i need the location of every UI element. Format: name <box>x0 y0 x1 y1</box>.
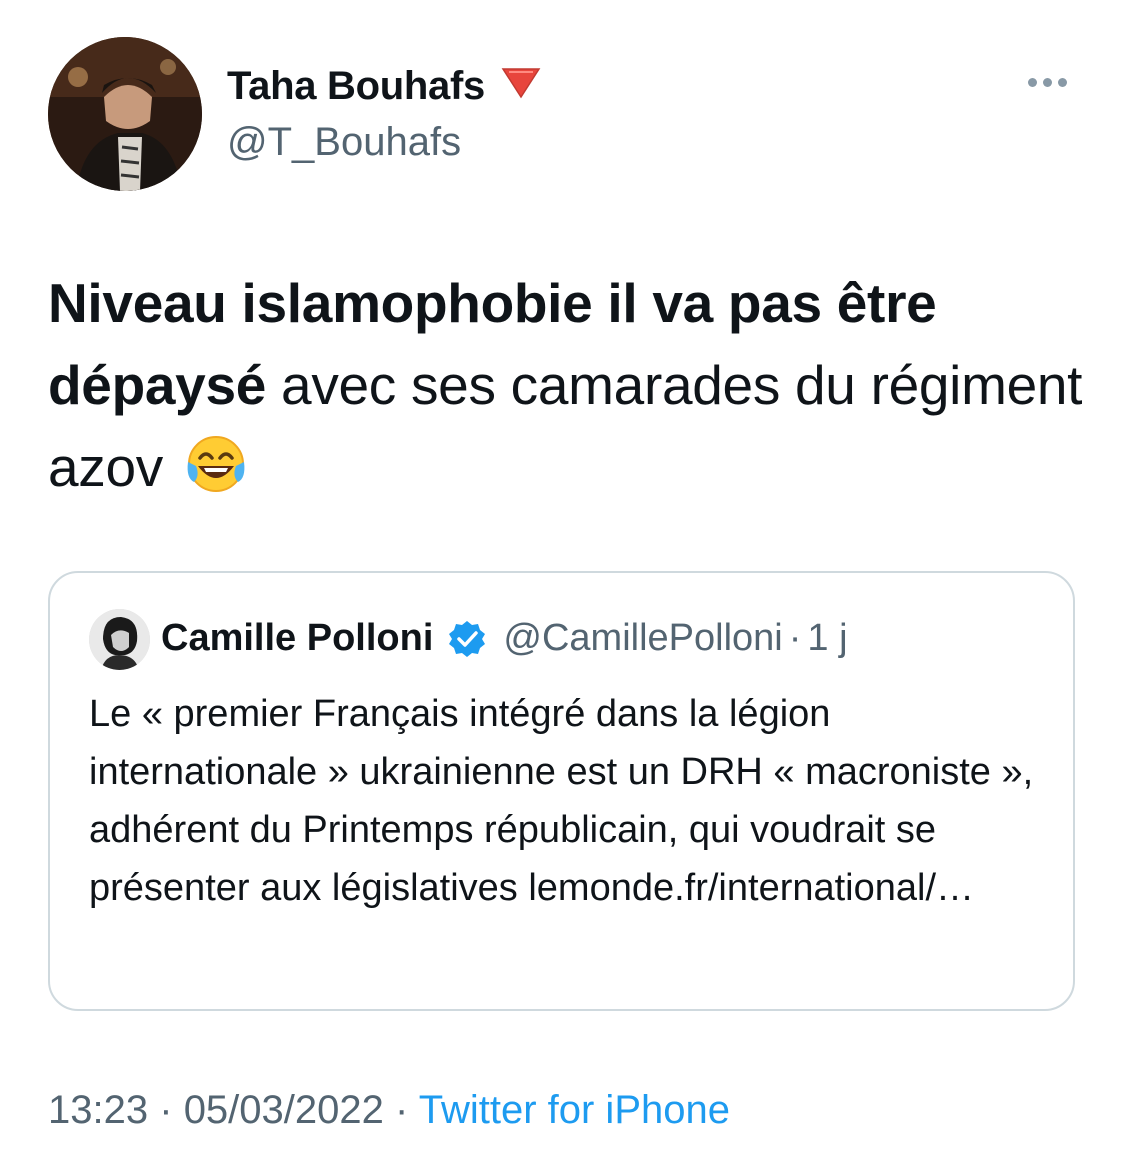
meta-separator-2: · <box>395 1088 409 1132</box>
author-handle[interactable]: @T_Bouhafs <box>227 120 461 165</box>
author-avatar[interactable] <box>48 37 202 191</box>
author-name-label: Taha Bouhafs <box>227 64 485 108</box>
quoted-author-avatar[interactable] <box>89 609 150 670</box>
tweet-date[interactable]: 05/03/2022 <box>184 1088 384 1132</box>
quoted-tweet[interactable]: Camille Polloni @CamillePolloni · 1 j Le… <box>48 571 1075 1011</box>
tweet-source-link[interactable]: Twitter for iPhone <box>419 1088 730 1132</box>
tweet-time[interactable]: 13:23 <box>48 1088 148 1132</box>
quoted-timestamp[interactable]: 1 j <box>807 617 847 660</box>
tweet-meta: 13:23 · 05/03/2022 · Twitter for iPhone <box>48 1088 730 1133</box>
quoted-author-name[interactable]: Camille Polloni <box>161 617 433 660</box>
more-options-icon[interactable] <box>1028 78 1067 87</box>
quoted-tweet-text: Le « premier Français intégré dans la lé… <box>89 693 1034 909</box>
meta-separator: · <box>159 1088 173 1132</box>
tweet-text: Niveau islamophobie il va pas être dépay… <box>48 262 1088 508</box>
face-with-tears-of-joy-icon <box>184 432 248 496</box>
quoted-separator: · <box>788 617 802 659</box>
quoted-header: Camille Polloni @CamillePolloni · 1 j <box>161 617 848 660</box>
author-name[interactable]: Taha Bouhafs <box>227 64 541 109</box>
verified-badge-icon <box>447 619 487 659</box>
quoted-author-handle[interactable]: @CamillePolloni <box>503 617 782 660</box>
red-triangle-icon <box>501 64 541 109</box>
